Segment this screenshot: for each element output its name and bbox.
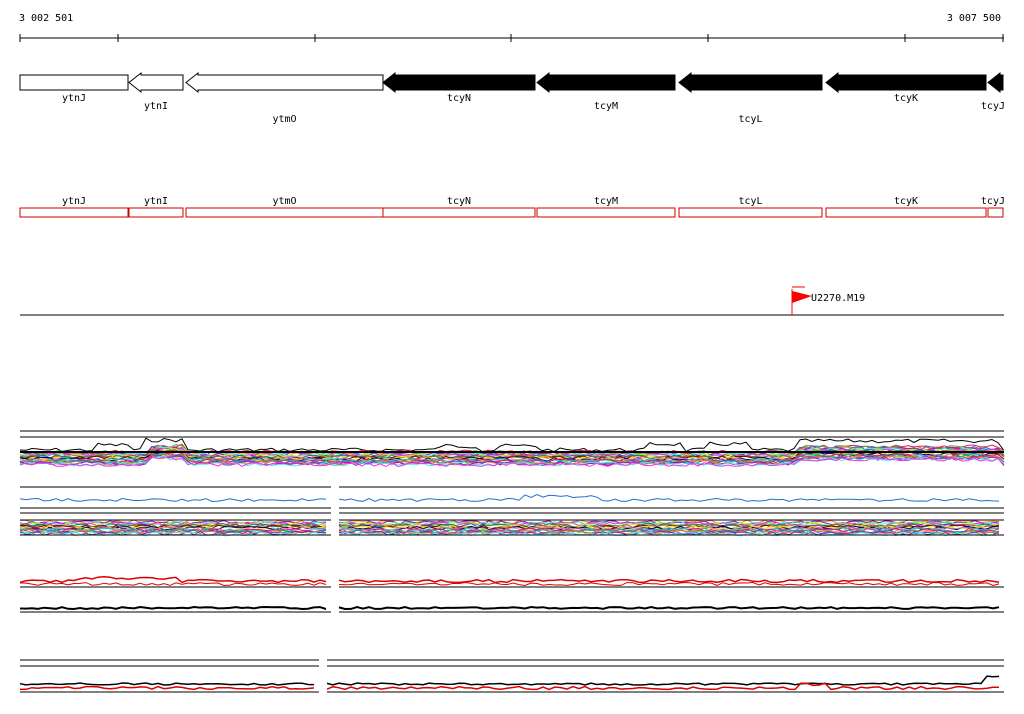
gene-arrow-ytnJ[interactable]: [19, 74, 129, 91]
feature-box-tcyJ[interactable]: [987, 207, 1004, 218]
gene-arrow-tcyK[interactable]: [825, 71, 987, 94]
feature-box-tcyK[interactable]: [825, 207, 987, 218]
signal-trace: [338, 605, 1000, 611]
signal-trace: [338, 494, 1000, 502]
gene-label-ytmO: ytmO: [272, 114, 296, 125]
gene-label-tcyM: tcyM: [594, 101, 618, 112]
feature-box-tcyL[interactable]: [678, 207, 823, 218]
gene-arrow-ytnI[interactable]: [128, 71, 184, 94]
signal-trace: [338, 578, 1000, 584]
genome-browser-canvas[interactable]: ytnJytnIytmOtcyNtcyMtcyLtcyKtcyJ ytnJ ytn…: [0, 0, 1024, 714]
signal-trace: [326, 675, 1000, 686]
gene-label-tcyN: tcyN: [447, 93, 471, 104]
signal-trace: [19, 685, 315, 691]
feature-box-ytmO[interactable]: [185, 207, 384, 218]
feature-label-tcyN: tcyN: [447, 196, 471, 207]
feature-box-track: ytnJ ytnI ytmO tcyN tcyM tcyL tcyK tcyJ: [19, 196, 1005, 218]
feature-label-ytnI: ytnI: [144, 196, 168, 207]
gene-annotation-track: ytnJ ytnI ytmO tcyN tcyM tcyL tcyK tcyJ: [19, 71, 1005, 125]
gene-arrow-tcyJ[interactable]: [987, 71, 1004, 94]
feature-label-tcyM: tcyM: [594, 196, 618, 207]
feature-label-ytmO: ytmO: [272, 196, 296, 207]
feature-box-tcyN[interactable]: [382, 207, 536, 218]
feature-label-tcyJ: tcyJ: [981, 196, 1005, 207]
feature-box-ytnJ[interactable]: [19, 207, 129, 218]
gene-arrow-tcyM[interactable]: [536, 71, 676, 94]
marker-flag-icon[interactable]: [792, 291, 812, 303]
gene-label-tcyL: tcyL: [738, 114, 762, 125]
feature-box-tcyM[interactable]: [536, 207, 676, 218]
gene-label-tcyJ: tcyJ: [981, 101, 1005, 112]
gene-label-ytnJ: ytnJ: [62, 93, 86, 104]
signal-trace: [19, 497, 327, 503]
signal-trace: [19, 605, 327, 611]
gene-label-tcyK: tcyK: [894, 93, 918, 104]
feature-label-tcyK: tcyK: [894, 196, 918, 207]
gene-arrow-tcyL[interactable]: [678, 71, 823, 94]
gene-label-ytnI: ytnI: [144, 101, 168, 112]
expression-signal-tracks: [19, 430, 1005, 693]
marker-track: U2270.M19: [20, 286, 1004, 316]
gene-arrow-tcyN[interactable]: [382, 71, 536, 94]
feature-label-ytnJ: ytnJ: [62, 196, 86, 207]
signal-trace: [19, 582, 327, 587]
signal-trace: [19, 576, 327, 584]
gene-arrow-ytmO[interactable]: [185, 71, 384, 94]
marker-label: U2270.M19: [811, 293, 865, 304]
coordinate-ruler: [19, 34, 1004, 42]
feature-box-ytnI[interactable]: [128, 207, 184, 218]
signal-trace: [338, 581, 1000, 587]
feature-label-tcyL: tcyL: [738, 196, 762, 207]
signal-trace: [19, 682, 315, 686]
